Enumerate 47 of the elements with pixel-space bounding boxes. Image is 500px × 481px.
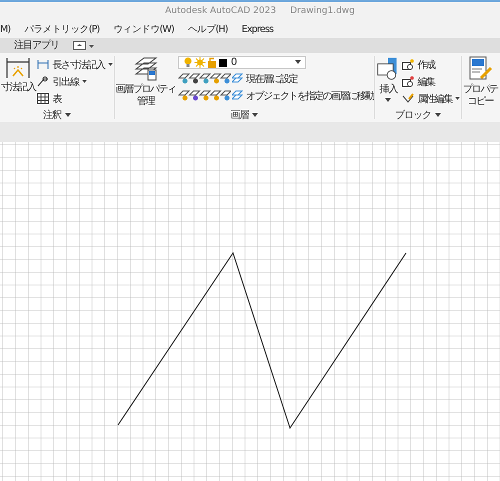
tool-button[interactable]: 属性編集	[402, 92, 460, 106]
layer-tool-button[interactable]: オブジェクトを指定の画層に移動	[232, 88, 374, 103]
window-title: Autodesk AutoCAD 2023	[165, 6, 276, 16]
large-tool-button[interactable]: 寸法記入	[1, 56, 36, 108]
menu-item[interactable]: ヘルプ(H)	[188, 22, 228, 36]
menu-item[interactable]: ウィンドウ(W)	[113, 22, 174, 36]
layer-name: 0	[230, 56, 238, 68]
menu-item[interactable]: パラメトリック(P)	[24, 22, 100, 36]
panel-title[interactable]: 注釈	[1, 108, 113, 122]
linear-dimension-icon	[37, 59, 50, 70]
large-tool-button[interactable]: 画層プロパティ 管理	[116, 56, 176, 108]
block-icon	[402, 59, 414, 70]
tool-button[interactable]: 引出線	[37, 74, 113, 89]
tool-button[interactable]: 作成	[402, 58, 460, 72]
large-tool-button[interactable]: 挿入	[376, 56, 400, 108]
layer-icon	[232, 90, 243, 102]
layer-tools-icon[interactable]	[178, 72, 231, 86]
panel-title[interactable]: 画層	[116, 108, 374, 122]
caret-icon	[455, 97, 460, 100]
match-properties-icon	[467, 56, 494, 82]
table-icon	[37, 93, 50, 104]
caret-icon	[64, 113, 71, 118]
caret-icon	[82, 80, 87, 84]
caret-icon	[252, 113, 258, 118]
menu-item[interactable]: M)	[0, 24, 10, 35]
tool-button[interactable]: 長さ寸法記入	[37, 58, 113, 72]
document-name: Drawing1.dwg	[290, 6, 355, 16]
menu-item[interactable]: Express	[242, 24, 274, 35]
layer-icon	[232, 73, 243, 84]
layer-state-icon	[182, 56, 227, 68]
layer-tools-icon[interactable]	[178, 89, 231, 102]
tool-button[interactable]: 編集	[402, 74, 460, 89]
caret-icon	[385, 98, 392, 102]
panel-title[interactable]: ブロック	[376, 108, 460, 122]
caret-icon	[294, 60, 301, 64]
layer-dropdown[interactable]: 0	[178, 56, 306, 69]
panel-toggle-icon[interactable]	[73, 40, 95, 50]
block-icon	[402, 76, 414, 88]
dimension-icon	[5, 56, 32, 80]
large-tool-button[interactable]: プロパテ コピー	[463, 56, 498, 122]
ribbon-tab[interactable]: 注目アプリ	[12, 38, 61, 52]
tool-button[interactable]: 表	[37, 92, 113, 106]
layer-tool-button[interactable]: 現在層に設定	[232, 72, 297, 86]
attribute-edit-icon	[402, 93, 414, 104]
caret-icon	[435, 113, 442, 118]
caret-icon	[108, 63, 113, 66]
leader-icon	[37, 76, 50, 88]
